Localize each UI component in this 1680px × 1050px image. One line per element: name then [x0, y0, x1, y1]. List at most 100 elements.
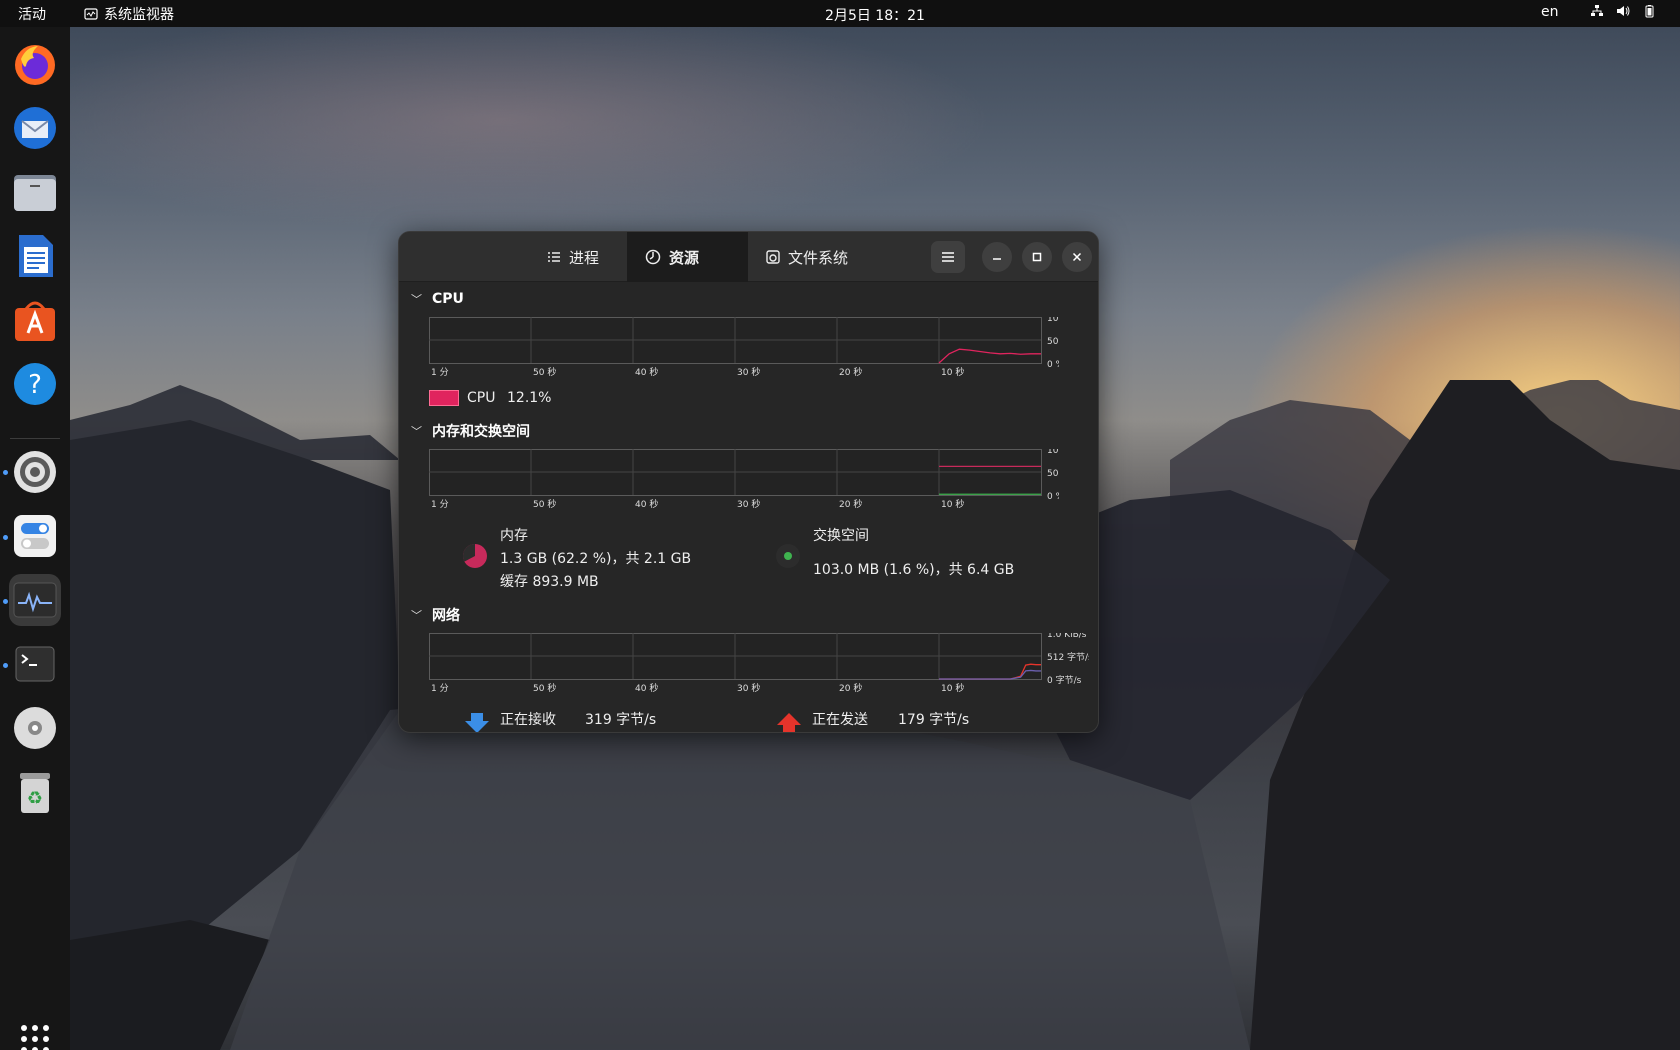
x-tick-label: 1 分: [431, 367, 449, 377]
help-icon: ?: [14, 363, 56, 405]
system-monitor-window: 进程 资源 文件系统 ﹀ CPU 1 分 50 秒 40 秒 30 秒 20 秒 10 秒…: [398, 231, 1099, 733]
x-tick-label: 10 秒: [941, 498, 964, 509]
y-tick-label: 0 字节/s: [1047, 674, 1082, 686]
tab-filesystems-label: 文件系统: [788, 248, 849, 267]
top-bar: 活动 系统监视器 2月5日 18：21 en: [0, 0, 1680, 27]
main-menu-button[interactable]: [931, 241, 965, 273]
x-tick-label: 10 秒: [941, 682, 964, 693]
x-tick-label: 10 秒: [941, 366, 964, 377]
minimize-icon: [993, 258, 1001, 260]
gauge-icon: [645, 249, 661, 265]
tweaks-launcher[interactable]: [9, 510, 61, 562]
cpu-usage-value: 12.1%: [507, 390, 552, 406]
x-tick-label: 1 分: [431, 499, 449, 509]
x-tick-label: 40 秒: [635, 682, 658, 693]
y-tick-label: 50 %: [1047, 469, 1059, 479]
app-center-launcher[interactable]: [9, 294, 61, 346]
y-tick-label: 100 %: [1047, 449, 1059, 456]
swap-pie[interactable]: [774, 542, 802, 570]
x-tick-label: 30 秒: [737, 366, 760, 377]
volume-icon: [1617, 6, 1630, 16]
disc-launcher[interactable]: [9, 702, 61, 754]
cpu-legend-label: CPU: [467, 390, 496, 406]
thunderbird-icon: [14, 107, 56, 149]
memory-section-header[interactable]: ﹀ 内存和交换空间: [411, 421, 530, 441]
y-tick-label: 50 %: [1047, 337, 1059, 347]
svg-text:?: ?: [28, 370, 42, 400]
swap-usage: 103.0 MB (1.6 %)，共 6.4 GB: [813, 562, 1015, 578]
tab-resources[interactable]: 资源: [627, 232, 748, 282]
cpu-section-header[interactable]: ﹀ CPU: [411, 291, 464, 307]
trash-icon: ♻: [20, 773, 50, 813]
system-tray[interactable]: [1590, 4, 1656, 18]
hamburger-icon: [942, 252, 954, 262]
maximize-button[interactable]: [1022, 242, 1052, 272]
memory-cache: 缓存 893.9 MB: [500, 574, 599, 590]
terminal-icon: [15, 646, 55, 682]
memory-section-title: 内存和交换空间: [432, 424, 530, 440]
x-tick-label: 40 秒: [635, 498, 658, 509]
x-tick-label: 40 秒: [635, 366, 658, 377]
close-button[interactable]: [1062, 242, 1092, 272]
upload-arrow-icon: [777, 713, 801, 732]
memory-pie[interactable]: [461, 542, 489, 570]
settings-launcher[interactable]: [9, 446, 61, 498]
settings-icon: [14, 451, 56, 493]
thunderbird-launcher[interactable]: [9, 102, 61, 154]
network-icon: [1591, 5, 1603, 16]
download-arrow-icon: [465, 713, 489, 732]
writer-launcher[interactable]: [9, 230, 61, 282]
x-tick-label: 50 秒: [533, 498, 556, 509]
cpu-graph: 1 分 50 秒 40 秒 30 秒 20 秒 10 秒 100 % 50 % 0 %: [429, 317, 1059, 377]
firefox-icon: [15, 45, 55, 85]
chevron-down-icon: ﹀: [411, 609, 422, 622]
svg-text:♻: ♻: [27, 788, 43, 809]
chevron-down-icon: ﹀: [411, 293, 422, 306]
x-tick-label: 30 秒: [737, 682, 760, 693]
y-tick-label: 1.0 KiB/s: [1047, 633, 1087, 640]
minimize-button[interactable]: [982, 242, 1012, 272]
dock: ? ♻: [0, 27, 70, 1050]
clock[interactable]: 2月5日 18：21: [0, 5, 1680, 25]
system-monitor-icon: [13, 582, 57, 618]
tab-processes-label: 进程: [569, 248, 600, 267]
show-apps-button[interactable]: [9, 1013, 61, 1050]
x-tick-label: 30 秒: [737, 498, 760, 509]
firefox-launcher[interactable]: [9, 38, 61, 90]
x-tick-label: 50 秒: [533, 366, 556, 377]
disk-icon: [766, 250, 780, 264]
tab-resources-label: 资源: [669, 248, 700, 267]
x-tick-label: 50 秒: [533, 682, 556, 693]
cpu-color-swatch[interactable]: [429, 390, 459, 406]
receiving-label: 正在接收: [500, 712, 556, 728]
app-grid-icon: [21, 1025, 49, 1050]
input-language[interactable]: en: [1541, 4, 1559, 20]
trash-launcher[interactable]: ♻: [9, 766, 61, 818]
sending-value: 179 字节/s: [898, 712, 970, 728]
network-section-header[interactable]: ﹀ 网络: [411, 605, 460, 625]
chevron-down-icon: ﹀: [411, 425, 422, 438]
close-icon: [1072, 252, 1082, 262]
y-tick-label: 512 字节/s: [1047, 651, 1089, 663]
memory-graph: 1 分 50 秒 40 秒 30 秒 20 秒 10 秒 100 % 50 % 0 %: [429, 449, 1059, 509]
help-launcher[interactable]: ?: [9, 358, 61, 410]
battery-icon: [1645, 5, 1654, 18]
x-tick-label: 20 秒: [839, 682, 862, 693]
y-tick-label: 0 %: [1047, 360, 1059, 370]
tweaks-icon: [14, 515, 56, 557]
x-tick-label: 1 分: [431, 683, 449, 693]
tab-filesystems[interactable]: 文件系统: [748, 232, 866, 282]
system-monitor-launcher[interactable]: [9, 574, 61, 626]
sending-label: 正在发送: [812, 712, 868, 728]
files-icon: [14, 175, 56, 211]
receiving-value: 319 字节/s: [585, 712, 657, 728]
y-tick-label: 0 %: [1047, 492, 1059, 502]
writer-icon: [19, 235, 53, 277]
memory-usage: 1.3 GB (62.2 %)，共 2.1 GB: [500, 551, 692, 567]
files-launcher[interactable]: [9, 166, 61, 218]
tab-processes[interactable]: 进程: [529, 232, 617, 282]
x-tick-label: 20 秒: [839, 498, 862, 509]
y-tick-label: 100 %: [1047, 317, 1059, 324]
maximize-icon: [1032, 252, 1042, 262]
terminal-launcher[interactable]: [9, 638, 61, 690]
